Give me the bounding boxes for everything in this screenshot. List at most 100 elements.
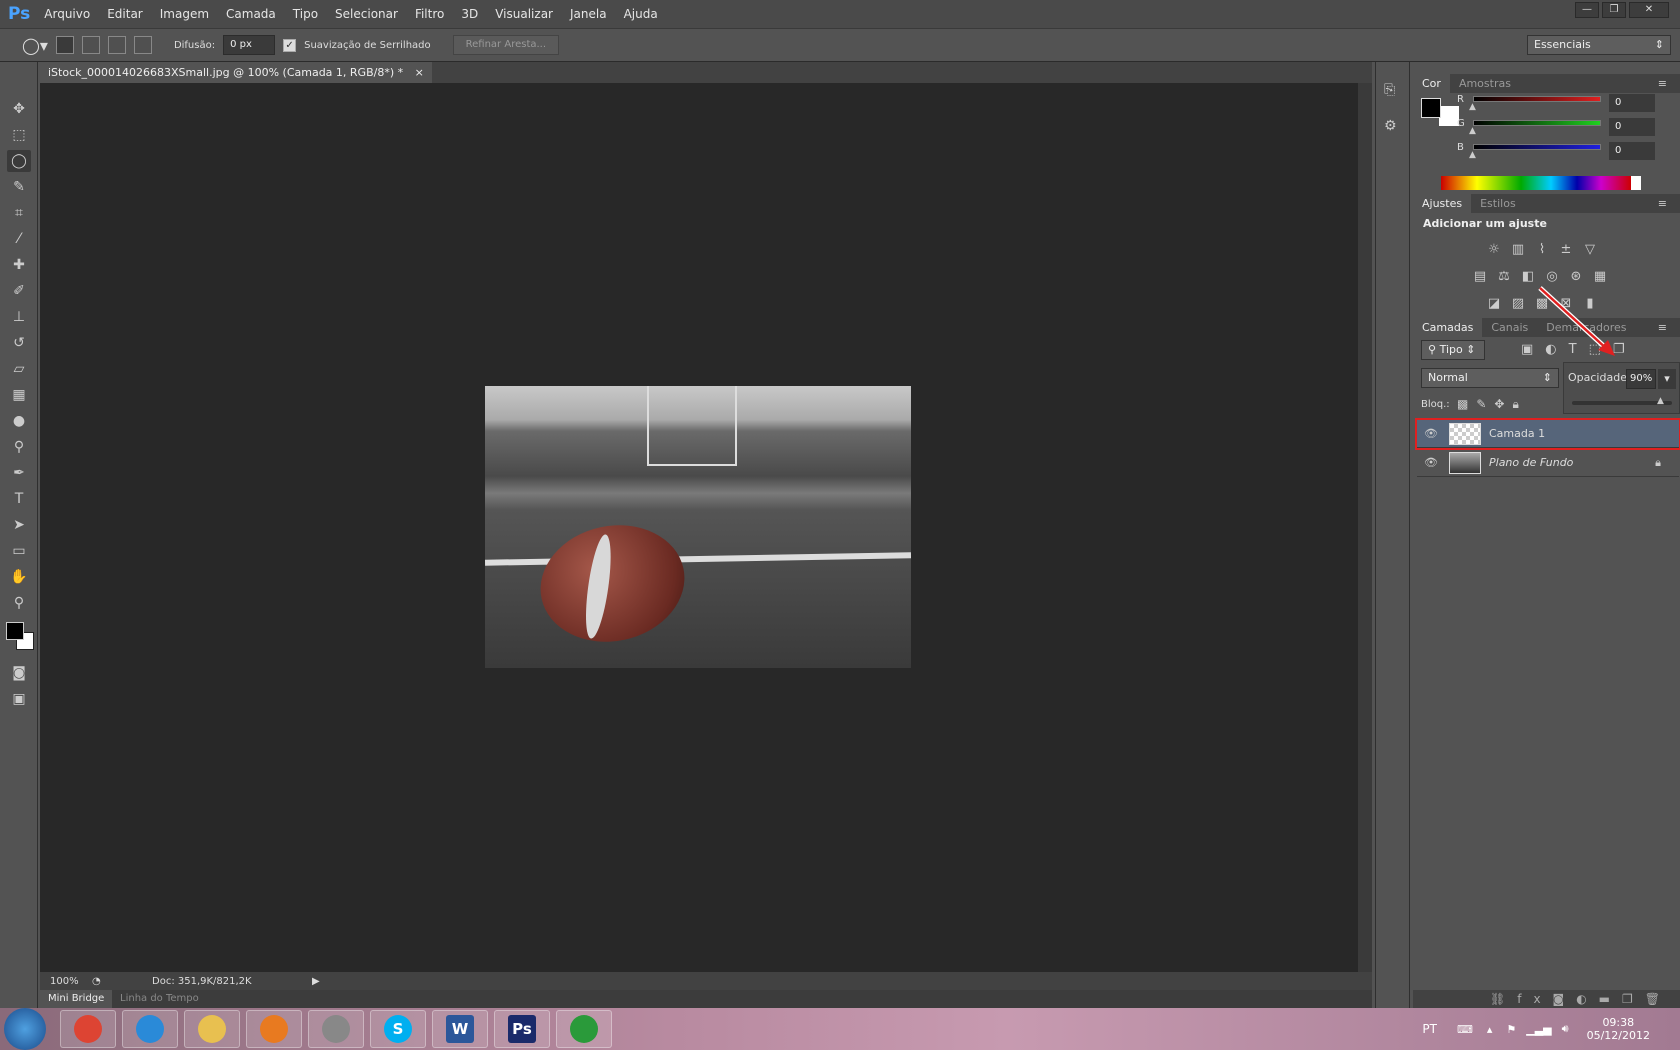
- menu-ajuda[interactable]: Ajuda: [624, 7, 658, 21]
- path-selection-icon[interactable]: ➤: [7, 514, 31, 536]
- taskbar-chrome[interactable]: [60, 1010, 116, 1048]
- lock-icon[interactable]: 🔒︎: [1655, 456, 1661, 470]
- quick-mask-icon[interactable]: ◙: [7, 662, 31, 684]
- taskbar-photoshop[interactable]: Ps: [494, 1010, 550, 1048]
- tab-estilos[interactable]: Estilos: [1471, 194, 1525, 213]
- background-color-chip[interactable]: [1439, 106, 1459, 126]
- channel-value-r[interactable]: 0: [1609, 94, 1655, 112]
- lock-icons[interactable]: ▩✎✥🔒︎: [1457, 397, 1527, 412]
- crop-tool-icon[interactable]: ⌗: [7, 202, 31, 224]
- slider-thumb[interactable]: ▲: [1469, 126, 1476, 136]
- gradient-tool-icon[interactable]: ▦: [7, 384, 31, 406]
- brightness-icon[interactable]: ☼: [1485, 242, 1503, 258]
- add-selection-icon[interactable]: [81, 36, 100, 54]
- pen-tool-icon[interactable]: ✒: [7, 462, 31, 484]
- slider-thumb[interactable]: ▲: [1469, 102, 1476, 112]
- color-spectrum[interactable]: [1441, 176, 1641, 190]
- menu-tipo[interactable]: Tipo: [293, 7, 318, 21]
- properties-icon[interactable]: ⚙: [1384, 118, 1401, 134]
- menu-editar[interactable]: Editar: [107, 7, 143, 21]
- levels-icon[interactable]: ▥: [1509, 242, 1527, 258]
- taskbar-skype[interactable]: S: [370, 1010, 426, 1048]
- restore-button[interactable]: ❐: [1602, 2, 1626, 18]
- document-image[interactable]: [485, 386, 911, 668]
- taskbar-explorer[interactable]: [184, 1010, 240, 1048]
- taskbar-app[interactable]: [308, 1010, 364, 1048]
- menu-visualizar[interactable]: Visualizar: [495, 7, 553, 21]
- slider-thumb[interactable]: ▲: [1469, 150, 1476, 160]
- tab-linha-do-tempo[interactable]: Linha do Tempo: [112, 990, 207, 1008]
- channel-slider-r[interactable]: [1473, 96, 1601, 102]
- menu-janela[interactable]: Janela: [570, 7, 607, 21]
- lasso-tool-icon[interactable]: ◯: [7, 150, 31, 172]
- workspace-select[interactable]: Essenciais ⇕: [1527, 35, 1671, 55]
- tab-amostras[interactable]: Amostras: [1450, 74, 1520, 93]
- visibility-eye-icon[interactable]: 👁︎: [1417, 427, 1445, 440]
- close-tab-icon[interactable]: ×: [415, 66, 424, 79]
- clock[interactable]: 09:38 05/12/2012: [1587, 1016, 1650, 1042]
- history-icon[interactable]: ⎘: [1384, 82, 1401, 98]
- volume-icon[interactable]: 🔊︎: [1562, 1022, 1569, 1036]
- taskbar-media-player[interactable]: [246, 1010, 302, 1048]
- channel-value-b[interactable]: 0: [1609, 142, 1655, 160]
- blend-mode-select[interactable]: Normal ⇕: [1421, 368, 1559, 388]
- quick-selection-icon[interactable]: ✎: [7, 176, 31, 198]
- layer-filter-select[interactable]: ⚲ Tipo ⇕: [1421, 340, 1485, 360]
- document-tab[interactable]: iStock_000014026683XSmall.jpg @ 100% (Ca…: [40, 62, 432, 83]
- color-balance-icon[interactable]: ⚖: [1495, 269, 1513, 285]
- panel-menu-icon[interactable]: ≡: [1649, 194, 1676, 213]
- hue-saturation-icon[interactable]: ▤: [1471, 269, 1489, 285]
- posterize-icon[interactable]: ▨: [1509, 296, 1527, 312]
- close-window-button[interactable]: ✕: [1629, 2, 1669, 18]
- panel-menu-icon[interactable]: ≡: [1649, 74, 1676, 93]
- layers-footer-icons[interactable]: ⛓fx◙◐▬❐🗑︎: [1413, 990, 1680, 1008]
- menu-3d[interactable]: 3D: [461, 7, 478, 21]
- shape-tool-icon[interactable]: ▭: [7, 540, 31, 562]
- foreground-color-chip[interactable]: [1421, 98, 1441, 118]
- keyboard-icon[interactable]: ⌨: [1457, 1023, 1473, 1036]
- menu-imagem[interactable]: Imagem: [160, 7, 209, 21]
- healing-brush-icon[interactable]: ✚: [7, 254, 31, 276]
- layer-row[interactable]: 👁︎ Plano de Fundo 🔒︎: [1417, 449, 1679, 477]
- channel-slider-g[interactable]: [1473, 120, 1601, 126]
- intersect-selection-icon[interactable]: [133, 36, 152, 54]
- curves-icon[interactable]: ⌇: [1533, 242, 1551, 258]
- eyedropper-icon[interactable]: ⁄: [7, 228, 31, 250]
- menu-filtro[interactable]: Filtro: [415, 7, 444, 21]
- antialias-checkbox[interactable]: ✓: [283, 38, 297, 52]
- type-tool-icon[interactable]: T: [7, 488, 31, 510]
- channel-slider-b[interactable]: [1473, 144, 1601, 150]
- foreground-color-swatch[interactable]: [6, 622, 24, 640]
- channel-value-g[interactable]: 0: [1609, 118, 1655, 136]
- lasso-icon[interactable]: ◯▾: [22, 36, 48, 55]
- tab-ajustes[interactable]: Ajustes: [1413, 194, 1472, 213]
- taskbar-internet-explorer[interactable]: [122, 1010, 178, 1048]
- menu-arquivo[interactable]: Arquivo: [44, 7, 90, 21]
- show-hidden-icons[interactable]: ▴: [1487, 1023, 1493, 1036]
- tab-camadas[interactable]: Camadas: [1413, 318, 1483, 337]
- action-center-icon[interactable]: ⚑: [1506, 1023, 1516, 1036]
- taskbar-spotify[interactable]: [556, 1010, 612, 1048]
- menu-selecionar[interactable]: Selecionar: [335, 7, 398, 21]
- visibility-eye-icon[interactable]: 👁︎: [1417, 456, 1445, 469]
- tab-cor[interactable]: Cor: [1413, 74, 1450, 93]
- zoom-tool-icon[interactable]: ⚲: [7, 592, 31, 614]
- taskbar-word[interactable]: W: [432, 1010, 488, 1048]
- refine-edge-button[interactable]: Refinar Aresta...: [452, 35, 560, 55]
- brush-tool-icon[interactable]: ✐: [7, 280, 31, 302]
- exposure-icon[interactable]: ±: [1557, 242, 1575, 258]
- screen-mode-icon[interactable]: ▣: [7, 688, 31, 710]
- stamp-tool-icon[interactable]: ⊥: [7, 306, 31, 328]
- opacity-dropdown-icon[interactable]: ▾: [1658, 369, 1676, 389]
- minimize-button[interactable]: —: [1575, 2, 1599, 18]
- opacity-slider-thumb[interactable]: ▲: [1657, 396, 1664, 406]
- vertical-scrollbar[interactable]: [1358, 83, 1372, 972]
- menu-camada[interactable]: Camada: [226, 7, 276, 21]
- layer-row[interactable]: 👁︎ Camada 1: [1415, 418, 1680, 450]
- hand-tool-icon[interactable]: ✋: [7, 566, 31, 588]
- subtract-selection-icon[interactable]: [107, 36, 126, 54]
- new-selection-icon[interactable]: [55, 36, 74, 54]
- blur-tool-icon[interactable]: ●: [7, 410, 31, 432]
- panel-menu-icon[interactable]: ≡: [1649, 318, 1676, 337]
- start-button[interactable]: [4, 1008, 46, 1050]
